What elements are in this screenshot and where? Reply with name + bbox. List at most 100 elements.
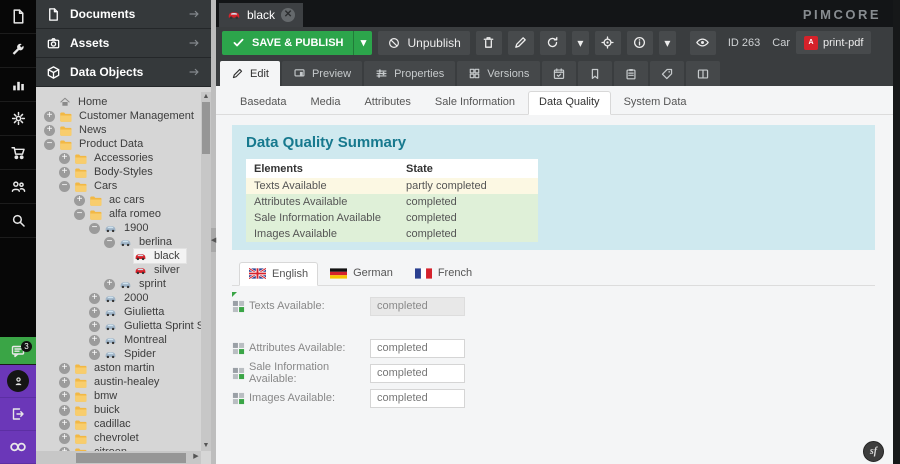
tree-item-bmw[interactable]: +bmw: [36, 389, 201, 403]
language-tab-german[interactable]: German: [320, 262, 403, 285]
tree-item-cars[interactable]: −Cars: [36, 179, 201, 193]
minus-expander-icon[interactable]: −: [44, 139, 55, 150]
accordion-assets[interactable]: Assets: [36, 29, 211, 58]
language-tab-english[interactable]: English: [239, 262, 318, 286]
open-object-tab[interactable]: black ✕: [219, 3, 303, 27]
field-input-sale-information-available[interactable]: [370, 364, 465, 383]
reload-button[interactable]: [540, 31, 566, 55]
plus-expander-icon[interactable]: +: [59, 167, 70, 178]
tree-item-alfa-romeo[interactable]: −alfa romeo: [36, 207, 201, 221]
print-pdf-button[interactable]: A print-pdf: [796, 31, 871, 54]
tree-vscroll-thumb[interactable]: [202, 102, 210, 154]
symfony-debug-badge[interactable]: sf: [863, 441, 884, 462]
accordion-documents[interactable]: Documents: [36, 0, 211, 29]
field-input-attributes-available[interactable]: [370, 339, 465, 358]
tree-item-aston-martin[interactable]: +aston martin: [36, 361, 201, 375]
language-tab-french[interactable]: French: [405, 262, 482, 285]
tree-item-accessories[interactable]: +Accessories: [36, 151, 201, 165]
ecommerce-rail-button[interactable]: [0, 136, 36, 170]
logout-rail-button[interactable]: [0, 398, 36, 431]
plus-expander-icon[interactable]: +: [44, 111, 55, 122]
plus-expander-icon[interactable]: +: [59, 153, 70, 164]
notes-tab-tab[interactable]: [614, 61, 648, 86]
scroll-right-icon[interactable]: ▶: [191, 452, 201, 462]
unpublish-button[interactable]: Unpublish: [378, 31, 469, 55]
notifications-rail-button[interactable]: 3: [0, 337, 36, 365]
tree-item-montreal[interactable]: +Montreal: [36, 333, 201, 347]
tools-rail-button[interactable]: [0, 34, 36, 68]
minus-expander-icon[interactable]: −: [89, 223, 100, 234]
tree-item-silver[interactable]: silver: [36, 263, 201, 277]
settings-rail-button[interactable]: [0, 102, 36, 136]
plus-expander-icon[interactable]: +: [89, 335, 100, 346]
reload-options-caret[interactable]: ▾: [572, 31, 589, 55]
tree-item-spider[interactable]: +Spider: [36, 347, 201, 361]
data-tab-basedata[interactable]: Basedata: [229, 91, 297, 114]
tree-item-black[interactable]: black: [36, 249, 201, 263]
scroll-down-icon[interactable]: ▼: [201, 441, 211, 451]
save-and-publish-button[interactable]: SAVE & PUBLISH ▾: [222, 31, 372, 55]
user-rail-button[interactable]: [0, 365, 36, 398]
plus-expander-icon[interactable]: +: [59, 391, 70, 402]
search-rail-button[interactable]: [0, 204, 36, 238]
tree-item-giulietta[interactable]: +Giulietta: [36, 305, 201, 319]
minus-expander-icon[interactable]: −: [104, 237, 115, 248]
delete-button[interactable]: [476, 31, 502, 55]
plus-expander-icon[interactable]: +: [89, 293, 100, 304]
data-tab-data-quality[interactable]: Data Quality: [528, 91, 611, 115]
tree-item-gulietta-sprint-specia[interactable]: +Gulietta Sprint Specia: [36, 319, 201, 333]
tree-item-austin-healey[interactable]: +austin-healey: [36, 375, 201, 389]
data-tab-attributes[interactable]: Attributes: [353, 91, 421, 114]
plus-expander-icon[interactable]: +: [59, 363, 70, 374]
tree-item-1900[interactable]: −1900: [36, 221, 201, 235]
tree-item-ac-cars[interactable]: +ac cars: [36, 193, 201, 207]
info-button[interactable]: [627, 31, 653, 55]
scroll-up-icon[interactable]: ▲: [201, 92, 211, 102]
tree-item-product-data[interactable]: −Product Data: [36, 137, 201, 151]
tree-item-buick[interactable]: +buick: [36, 403, 201, 417]
tree-horizontal-scrollbar[interactable]: ▶: [36, 451, 201, 464]
tree-item-news[interactable]: +News: [36, 123, 201, 137]
tree-item-customer-management[interactable]: +Customer Management: [36, 109, 201, 123]
plus-expander-icon[interactable]: +: [74, 195, 85, 206]
tree-item-sprint[interactable]: +sprint: [36, 277, 201, 291]
schedule-tab-tab[interactable]: [542, 61, 576, 86]
tree-hscroll-thumb[interactable]: [76, 453, 186, 463]
plus-expander-icon[interactable]: +: [59, 377, 70, 388]
data-tab-system-data[interactable]: System Data: [613, 91, 698, 114]
field-input-images-available[interactable]: [370, 389, 465, 408]
reports-rail-button[interactable]: [0, 68, 36, 102]
collapse-sidebar-icon[interactable]: ◀: [211, 228, 216, 252]
pimcore-logo-button[interactable]: [0, 431, 36, 464]
bookmark-tab-tab[interactable]: [578, 61, 612, 86]
tree-vertical-scrollbar[interactable]: ▲ ▼: [201, 92, 211, 451]
view-tab-properties[interactable]: Properties: [364, 61, 455, 86]
minus-expander-icon[interactable]: −: [59, 181, 70, 192]
plus-expander-icon[interactable]: +: [59, 405, 70, 416]
tree-item-2000[interactable]: +2000: [36, 291, 201, 305]
rename-button[interactable]: [508, 31, 534, 55]
plus-expander-icon[interactable]: +: [44, 125, 55, 136]
tree-item-cadillac[interactable]: +cadillac: [36, 417, 201, 431]
field-input-texts-available[interactable]: [370, 297, 465, 316]
view-tab-versions[interactable]: Versions: [457, 61, 540, 86]
view-tab-edit[interactable]: Edit: [220, 61, 280, 86]
tree-item-body-styles[interactable]: +Body-Styles: [36, 165, 201, 179]
accordion-data-objects[interactable]: Data Objects: [36, 58, 211, 87]
plus-expander-icon[interactable]: +: [89, 307, 100, 318]
open-preview-button[interactable]: [690, 31, 716, 55]
plus-expander-icon[interactable]: +: [89, 349, 100, 360]
save-options-caret-icon[interactable]: ▾: [353, 31, 372, 55]
view-tab-preview[interactable]: Preview: [282, 61, 362, 86]
info-options-caret[interactable]: ▾: [659, 31, 676, 55]
data-tab-media[interactable]: Media: [299, 91, 351, 114]
tree-item-chevrolet[interactable]: +chevrolet: [36, 431, 201, 445]
locate-in-tree-button[interactable]: [595, 31, 621, 55]
data-tab-sale-information[interactable]: Sale Information: [424, 91, 526, 114]
panel-splitter[interactable]: ◀: [211, 0, 216, 464]
close-tab-icon[interactable]: ✕: [281, 8, 295, 22]
plus-expander-icon[interactable]: +: [59, 419, 70, 430]
tags-tab-tab[interactable]: [650, 61, 684, 86]
plus-expander-icon[interactable]: +: [89, 321, 100, 332]
minus-expander-icon[interactable]: −: [74, 209, 85, 220]
